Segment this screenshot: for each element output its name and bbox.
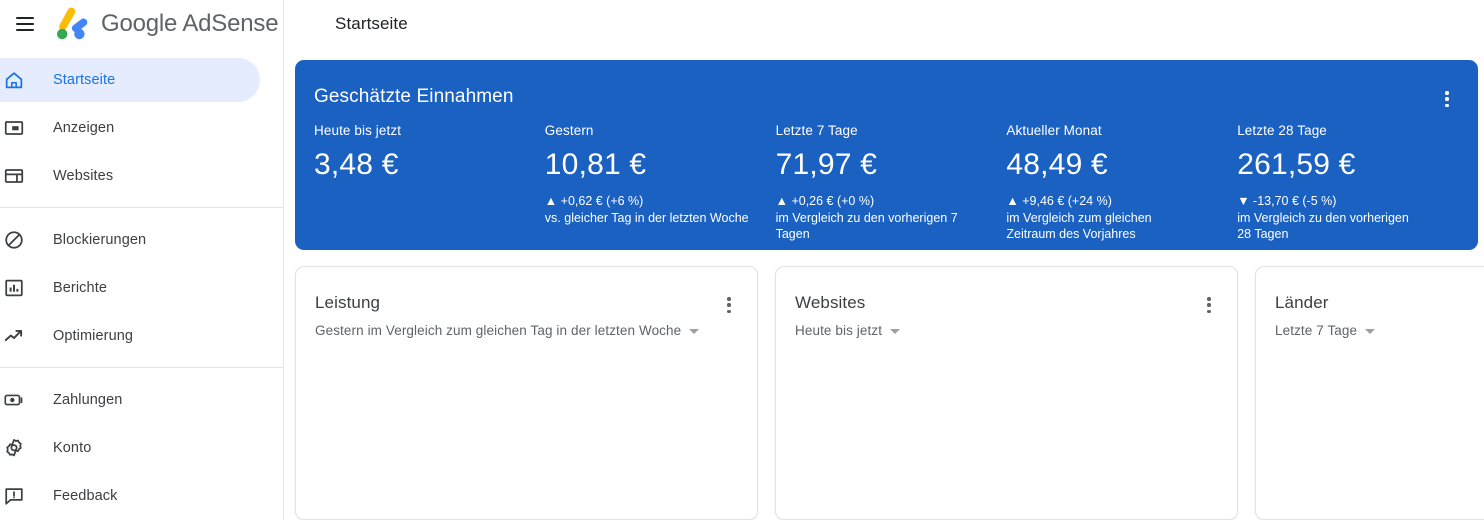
sidebar-item-label: Zahlungen — [53, 392, 123, 408]
date-range-select[interactable]: Letzte 7 Tage — [1275, 323, 1376, 338]
payments-icon — [2, 388, 26, 412]
metric-gestern: Gestern 10,81 € ▲ +0,62 € (+6 %) vs. gle… — [545, 122, 776, 242]
adsense-logo[interactable]: Google AdSense — [50, 7, 279, 41]
metric-delta: ▼ -13,70 € (-5 %) — [1237, 194, 1337, 208]
dashboard-panels-row: Leistung Gestern im Vergleich zum gleich… — [295, 266, 1484, 520]
estimated-earnings-card: Geschätzte Einnahmen Heute bis jetzt 3,4… — [295, 60, 1478, 250]
more-vert-icon[interactable] — [1200, 295, 1218, 315]
sidebar-item-label: Feedback — [53, 488, 118, 504]
more-vert-icon[interactable] — [720, 295, 738, 315]
sidebar-item-websites[interactable]: Websites — [0, 152, 283, 200]
hover-pill — [0, 426, 260, 470]
hover-pill — [0, 106, 260, 150]
home-icon — [2, 68, 26, 92]
sidebar-item-label: Blockierungen — [53, 232, 147, 248]
metric-value: 10,81 € — [544, 148, 647, 181]
sidebar-item-blockierungen[interactable]: Blockierungen — [0, 216, 283, 264]
sidebar: Startseite Anzeigen Websites Blockierung… — [0, 47, 284, 520]
hover-pill — [0, 378, 260, 422]
date-range-value: Gestern im Vergleich zum gleichen Tag in… — [315, 323, 682, 338]
card-title: Geschätzte Einnahmen — [314, 86, 514, 107]
metric-value: 3,48 € — [314, 148, 399, 181]
date-range-select[interactable]: Gestern im Vergleich zum gleichen Tag in… — [315, 323, 700, 338]
metric-value: 261,59 € — [1237, 148, 1356, 181]
panel-laender: Länder Letzte 7 Tage — [1255, 266, 1484, 520]
hover-pill — [0, 266, 260, 310]
active-pill — [0, 58, 260, 102]
metric-aktueller-monat: Aktueller Monat 48,49 € ▲ +9,46 € (+24 %… — [1006, 122, 1237, 242]
block-icon — [2, 228, 26, 252]
sidebar-item-label: Websites — [53, 168, 114, 184]
sidebar-item-label: Anzeigen — [53, 120, 115, 136]
metric-label: Heute bis jetzt — [314, 123, 402, 138]
panel-leistung: Leistung Gestern im Vergleich zum gleich… — [295, 266, 758, 520]
metric-letzte-7-tage: Letzte 7 Tage 71,97 € ▲ +0,26 € (+0 %) i… — [776, 122, 1007, 242]
top-bar-brand-area: Google AdSense — [0, 0, 284, 47]
metric-heute-bis-jetzt: Heute bis jetzt 3,48 € — [314, 122, 545, 242]
sidebar-divider — [0, 207, 283, 208]
panel-title: Leistung — [315, 293, 381, 312]
main-content: Geschätzte Einnahmen Heute bis jetzt 3,4… — [285, 47, 1484, 520]
sites-icon — [2, 164, 26, 188]
panel-title: Websites — [795, 293, 866, 312]
metric-label: Gestern — [544, 123, 594, 138]
hamburger-icon[interactable] — [5, 4, 45, 44]
panel-websites: Websites Heute bis jetzt — [775, 266, 1238, 520]
hover-pill — [0, 154, 260, 198]
date-range-select[interactable]: Heute bis jetzt — [795, 323, 901, 338]
metric-letzte-28-tage: Letzte 28 Tage 261,59 € ▼ -13,70 € (-5 %… — [1237, 122, 1468, 242]
metric-label: Letzte 28 Tage — [1237, 123, 1327, 138]
adsense-mark-icon — [57, 7, 88, 39]
metrics-row: Heute bis jetzt 3,48 € Gestern 10,81 € ▲… — [314, 122, 1468, 242]
ads-icon — [2, 116, 26, 140]
chevron-down-icon — [890, 329, 901, 334]
sidebar-item-anzeigen[interactable]: Anzeigen — [0, 104, 283, 152]
top-bar: Google AdSense Startseite — [0, 0, 1484, 47]
sidebar-item-zahlungen[interactable]: Zahlungen — [0, 376, 283, 424]
sidebar-item-label: Optimierung — [53, 328, 134, 344]
logo-text: Google AdSense — [101, 9, 279, 37]
metric-sub: vs. gleicher Tag in der letzten Woche — [544, 211, 749, 225]
sidebar-item-startseite[interactable]: Startseite — [0, 56, 283, 104]
sidebar-item-berichte[interactable]: Berichte — [0, 264, 283, 312]
gear-icon — [2, 436, 26, 460]
metric-sub: im Vergleich zu den vorherigen 7 Tagen — [775, 211, 958, 241]
date-range-value: Heute bis jetzt — [795, 323, 883, 338]
sidebar-item-label: Startseite — [53, 72, 116, 88]
more-vert-icon[interactable] — [1437, 88, 1457, 110]
date-range-value: Letzte 7 Tage — [1275, 323, 1358, 338]
page-title: Startseite — [335, 13, 408, 33]
optimization-icon — [2, 324, 26, 348]
metric-label: Letzte 7 Tage — [775, 123, 858, 138]
chevron-down-icon — [689, 329, 700, 334]
sidebar-divider — [0, 367, 283, 368]
sidebar-item-feedback[interactable]: Feedback — [0, 472, 283, 520]
hover-pill — [0, 474, 260, 518]
metric-value: 48,49 € — [1006, 148, 1108, 181]
reports-icon — [2, 276, 26, 300]
metric-label: Aktueller Monat — [1006, 123, 1102, 138]
metric-sub: im Vergleich zu den vorherigen 28 Tagen — [1237, 211, 1409, 241]
chevron-down-icon — [1365, 329, 1376, 334]
sidebar-item-label: Konto — [53, 440, 92, 456]
sidebar-item-label: Berichte — [53, 280, 107, 296]
sidebar-item-optimierung[interactable]: Optimierung — [0, 312, 283, 360]
metric-delta: ▲ +0,26 € (+0 %) — [775, 194, 875, 208]
metric-sub: im Vergleich zum gleichen Zeitraum des V… — [1006, 211, 1152, 241]
panel-title: Länder — [1275, 293, 1329, 312]
metric-value: 71,97 € — [775, 148, 878, 181]
sidebar-item-konto[interactable]: Konto — [0, 424, 283, 472]
feedback-icon — [2, 484, 26, 508]
metric-delta: ▲ +0,62 € (+6 %) — [544, 194, 644, 208]
metric-delta: ▲ +9,46 € (+24 %) — [1006, 194, 1112, 208]
